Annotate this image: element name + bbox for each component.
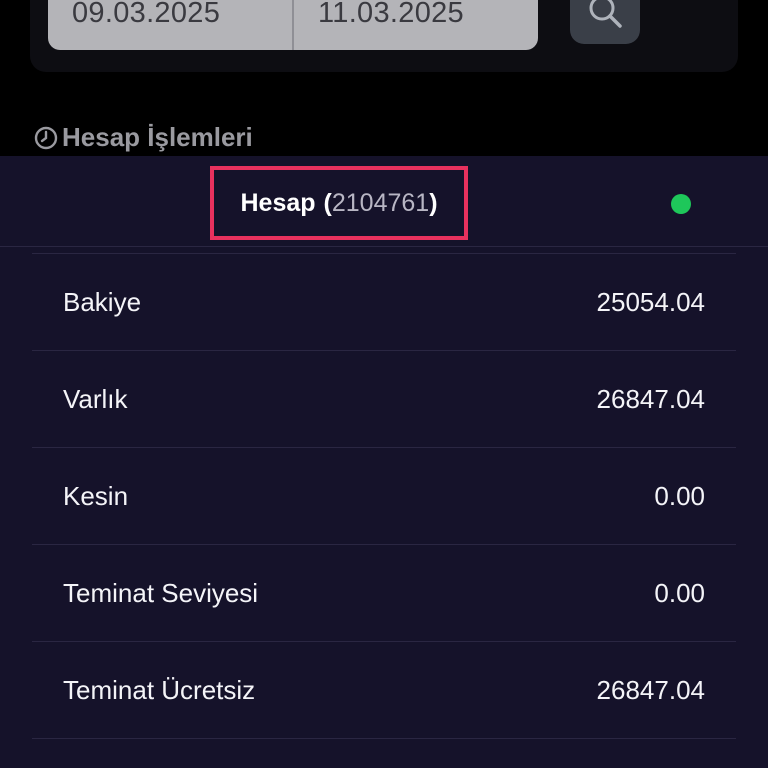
- account-title[interactable]: Hesap ( 2104761 ): [210, 166, 468, 240]
- account-screen: 09.03.2025 11.03.2025 Hesap İşlemleri He…: [0, 0, 768, 768]
- account-panel: Hesap ( 2104761 ) Bakiye 25054.04 Varlık…: [0, 156, 768, 768]
- balance-row: Bakiye 25054.04: [32, 254, 736, 351]
- date-range-picker: 09.03.2025 11.03.2025: [48, 0, 538, 50]
- clock-icon: [34, 126, 58, 149]
- status-indicator: [671, 194, 691, 214]
- account-number: 2104761: [331, 188, 430, 217]
- balance-list: Bakiye 25054.04 Varlık 26847.04 Kesin 0.…: [32, 253, 736, 739]
- end-date-field[interactable]: 11.03.2025: [292, 0, 538, 50]
- row-label: Varlık: [63, 383, 128, 414]
- row-value: 26847.04: [596, 674, 705, 705]
- row-label: Kesin: [63, 480, 129, 511]
- row-label: Teminat Ücretsiz: [63, 674, 256, 705]
- search-button[interactable]: [570, 0, 640, 44]
- account-label: Hesap: [240, 188, 316, 217]
- start-date-field[interactable]: 09.03.2025: [48, 0, 292, 50]
- definite-row: Kesin 0.00: [32, 448, 736, 545]
- account-header: Hesap ( 2104761 ): [0, 156, 768, 247]
- row-label: Bakiye: [63, 286, 142, 317]
- row-label: Teminat Seviyesi: [63, 577, 259, 608]
- row-value: 0.00: [654, 577, 705, 608]
- search-icon: [589, 0, 622, 28]
- row-value: 25054.04: [596, 286, 705, 317]
- account-open-paren: (: [323, 188, 332, 217]
- margin-level-row: Teminat Seviyesi 0.00: [32, 545, 736, 642]
- row-value: 0.00: [654, 480, 705, 511]
- asset-row: Varlık 26847.04: [32, 351, 736, 448]
- free-margin-row: Teminat Ücretsiz 26847.04: [32, 642, 736, 739]
- section-title-text: Hesap İşlemleri: [62, 122, 253, 152]
- row-value: 26847.04: [596, 383, 705, 414]
- section-title: Hesap İşlemleri: [34, 122, 253, 153]
- account-close-paren: ): [429, 188, 438, 217]
